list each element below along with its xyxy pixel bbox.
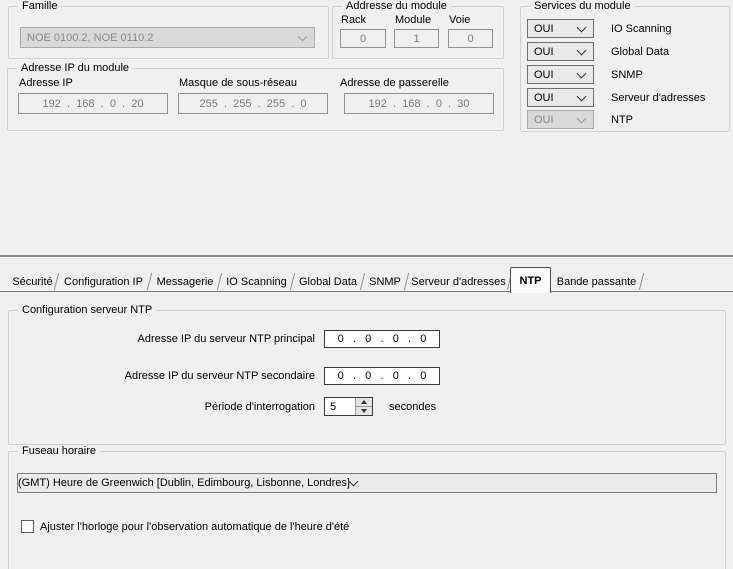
secondary-ntp-label: Adresse IP du serveur NTP secondaire [9,370,315,382]
service-row-global-data: OUI Global Data [527,42,669,61]
section-divider [0,255,733,258]
timezone-value: (GMT) Heure de Greenwich [Dublin, Edimbo… [18,477,350,489]
address-server-select[interactable]: OUI [527,88,594,107]
io-scanning-select-value: OUI [528,23,578,35]
poll-period-value: 5 [325,398,355,415]
spinner-buttons [355,398,372,415]
global-data-service-label: Global Data [611,46,669,58]
tab-io-scanning[interactable]: IO Scanning [220,271,293,292]
poll-period-row: Période d'interrogation 5 secondes [9,397,436,416]
voie-label: Voie [449,14,470,26]
famille-group: Famille NOE 0100.2, NOE 0110.2 [8,6,329,59]
famille-value: NOE 0100.2, NOE 0110.2 [21,32,299,44]
global-data-select[interactable]: OUI [527,42,594,61]
ntp-service-select-value: OUI [528,114,578,126]
snmp-select-value: OUI [528,69,578,81]
dst-checkbox-label: Ajuster l'horloge pour l'observation aut… [40,521,349,533]
poll-period-unit: secondes [389,401,436,413]
tab-bande-passante[interactable]: Bande passante [551,271,642,292]
chevron-down-icon [577,45,587,55]
spin-down-button[interactable] [356,406,372,415]
timezone-group: Fuseau horaire (GMT) Heure de Greenwich … [8,451,726,569]
ntp-server-config-group: Configuration serveur NTP Adresse IP du … [8,310,726,445]
subnet-mask-field: 255 . 255 . 255 . 0 [178,93,328,114]
triangle-up-icon [361,400,367,404]
service-row-snmp: OUI SNMP [527,65,643,84]
module-ip-group: Adresse IP du module Adresse IP Masque d… [7,68,504,131]
primary-ntp-label: Adresse IP du serveur NTP principal [9,333,315,345]
secondary-ntp-row: Adresse IP du serveur NTP secondaire 0 .… [9,367,440,385]
services-group-label: Services du module [530,0,635,13]
service-row-address-server: OUI Serveur d'adresses [527,88,705,107]
ntp-service-select: OUI [527,110,594,129]
poll-period-spinner[interactable]: 5 [324,397,373,416]
chevron-down-icon [577,113,587,123]
module-label: Module [395,14,431,26]
io-scanning-select[interactable]: OUI [527,19,594,38]
tab-ntp[interactable]: NTP [510,267,551,293]
global-data-select-value: OUI [528,46,578,58]
spin-up-button[interactable] [356,398,372,406]
noe-module-config-panel: Famille NOE 0100.2, NOE 0110.2 Addresse … [0,0,733,569]
timezone-select[interactable]: (GMT) Heure de Greenwich [Dublin, Edimbo… [17,473,717,493]
dst-checkbox[interactable] [21,520,34,533]
famille-select: NOE 0100.2, NOE 0110.2 [20,27,315,48]
primary-ntp-ip-input[interactable]: 0 . 0 . 0 . 0 [324,330,440,348]
poll-period-label: Période d'interrogation [9,401,315,413]
primary-ntp-row: Adresse IP du serveur NTP principal 0 . … [9,330,440,348]
triangle-down-icon [361,409,367,413]
chevron-down-icon [298,31,308,41]
tab-configuration-ip[interactable]: Configuration IP [57,271,150,292]
module-address-group: Addresse du module Rack Module Voie 0 1 … [332,6,504,59]
rack-field: 0 [340,29,386,48]
snmp-service-label: SNMP [611,69,643,81]
chevron-down-icon [349,477,359,487]
tab-snmp[interactable]: SNMP [363,271,407,292]
dst-checkbox-row: Ajuster l'horloge pour l'observation aut… [21,520,349,533]
gateway-label: Adresse de passerelle [340,77,449,89]
chevron-down-icon [577,68,587,78]
tab-securite[interactable]: Sécurité [8,271,57,292]
module-field: 1 [394,29,439,48]
module-address-group-label: Addresse du module [342,0,451,13]
services-group: Services du module OUI IO Scanning OUI G… [520,6,730,132]
secondary-ntp-ip-input[interactable]: 0 . 0 . 0 . 0 [324,367,440,385]
io-scanning-service-label: IO Scanning [611,23,672,35]
tab-global-data[interactable]: Global Data [293,271,363,292]
rack-label: Rack [341,14,366,26]
chevron-down-icon [577,91,587,101]
ip-address-label: Adresse IP [19,77,73,89]
address-server-select-value: OUI [528,92,578,104]
voie-field: 0 [448,29,493,48]
ntp-service-label: NTP [611,114,633,126]
tab-serveur-adresses[interactable]: Serveur d'adresses [407,271,510,292]
gateway-field: 192 . 168 . 0 . 30 [344,93,494,114]
ntp-server-config-group-label: Configuration serveur NTP [18,304,156,317]
chevron-down-icon [577,22,587,32]
address-server-service-label: Serveur d'adresses [611,92,705,104]
tab-bar: Sécurité Configuration IP Messagerie IO … [8,266,642,292]
service-row-ntp: OUI NTP [527,110,633,129]
snmp-select[interactable]: OUI [527,65,594,84]
ip-address-field: 192 . 168 . 0 . 20 [18,93,168,114]
tab-messagerie[interactable]: Messagerie [150,271,220,292]
timezone-group-label: Fuseau horaire [18,445,100,458]
subnet-mask-label: Masque de sous-réseau [179,77,297,89]
famille-group-label: Famille [18,0,61,13]
service-row-io-scanning: OUI IO Scanning [527,19,672,38]
module-ip-group-label: Adresse IP du module [17,62,133,75]
